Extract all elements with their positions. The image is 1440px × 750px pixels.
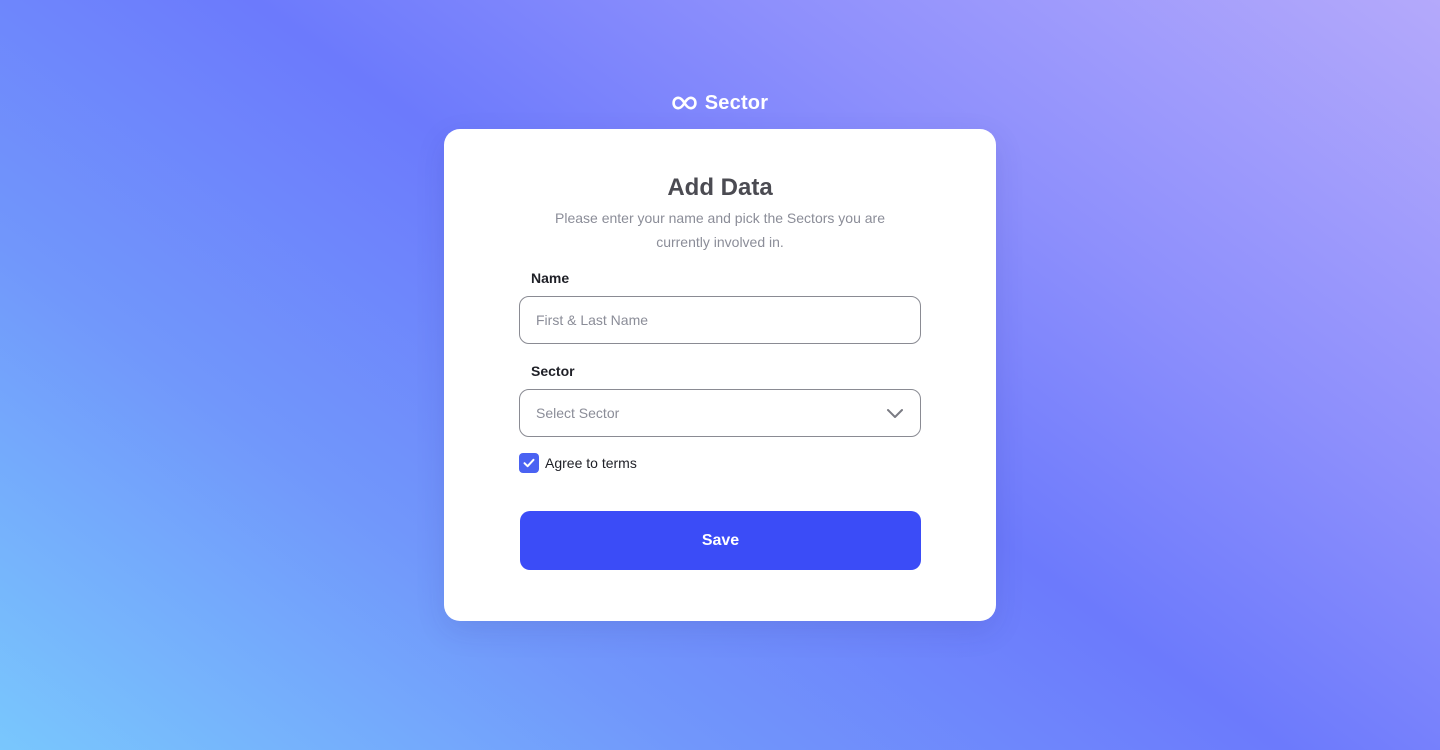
sector-select-value: Select Sector (536, 405, 620, 421)
name-label: Name (531, 270, 570, 286)
agree-terms-checkbox[interactable] (519, 453, 539, 473)
infinity-icon (672, 96, 697, 110)
add-data-card: Add Data Please enter your name and pick… (444, 129, 996, 621)
brand-logo: Sector (0, 90, 1440, 116)
agree-terms-label: Agree to terms (545, 455, 637, 471)
agree-terms-row[interactable]: Agree to terms (519, 453, 637, 473)
sector-label: Sector (531, 363, 575, 379)
brand-name: Sector (704, 91, 769, 114)
page-title: Add Data (667, 174, 773, 201)
name-field-wrapper (519, 296, 921, 344)
name-input[interactable] (520, 297, 920, 343)
checkmark-icon (523, 458, 535, 468)
sector-select[interactable]: Select Sector (519, 389, 921, 437)
save-button[interactable]: Save (520, 511, 921, 570)
page-subtitle: Please enter your name and pick the Sect… (555, 210, 885, 250)
chevron-down-icon (887, 409, 903, 418)
